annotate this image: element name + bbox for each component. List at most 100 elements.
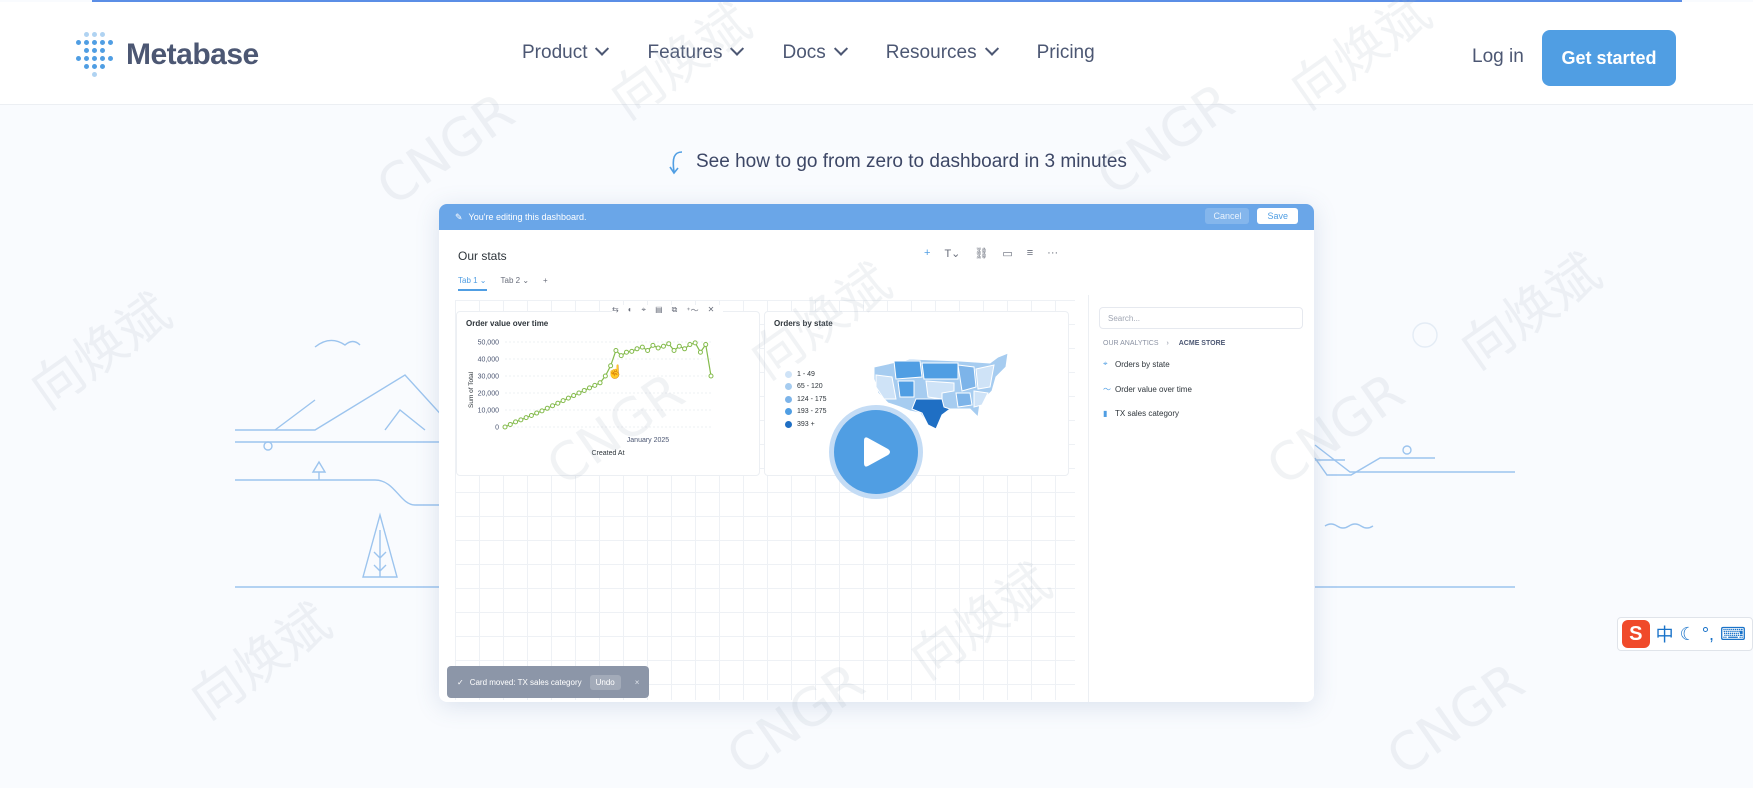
legend-label: 193 - 275 <box>797 408 827 416</box>
video-hint-text: See how to go from zero to dashboard in … <box>696 151 1127 172</box>
nav-resources[interactable]: Resources <box>886 41 999 64</box>
card-action-toolbar: ⇆ ◐ ⌖ ▤ ⧉ ⁺〜 ✕ <box>612 305 724 316</box>
sidebar-item-order-value[interactable]: 〜 Order value over time <box>1103 384 1192 395</box>
chevron-down-icon <box>595 41 610 56</box>
link-icon[interactable]: ⛓ <box>974 247 988 260</box>
more-icon[interactable]: ··· <box>1047 247 1058 260</box>
legend-item: 124 - 175 <box>785 393 827 406</box>
nav-pricing[interactable]: Pricing <box>1037 42 1095 64</box>
keyboard-icon[interactable]: ⌨ <box>1720 624 1746 645</box>
series-icon[interactable]: ⁺〜 <box>686 305 698 316</box>
nav-product[interactable]: Product <box>522 41 610 64</box>
logo-dot <box>92 56 97 61</box>
data-point <box>544 405 550 411</box>
main-nav: Product Features Docs Resources Pricing <box>522 41 1135 64</box>
tab-2-label: Tab 2 <box>500 276 521 285</box>
data-point <box>660 343 666 349</box>
visualization-icon[interactable]: ▤ <box>655 305 663 316</box>
login-link[interactable]: Log in <box>1472 46 1524 68</box>
logo-dot <box>100 32 105 37</box>
data-point <box>697 349 703 355</box>
card-title: Orders by state <box>774 319 833 328</box>
data-point <box>581 387 587 393</box>
logo-dot <box>76 56 81 61</box>
sidebar: Search... OUR ANALYTICS › ACME STORE ⌖ Or… <box>1088 295 1314 702</box>
tab-1[interactable]: Tab 1 ⌄ <box>458 276 487 291</box>
y-tick-label: 40,000 <box>478 357 500 364</box>
y-tick-label: 20,000 <box>478 391 500 398</box>
tab-2[interactable]: Tab 2 ⌄ <box>501 276 530 291</box>
line-icon: 〜 <box>1103 385 1111 394</box>
replace-icon[interactable]: ⇆ <box>612 305 619 316</box>
sogou-logo-icon: S <box>1622 620 1650 648</box>
undo-toast: ✓ Card moved: TX sales category Undo × <box>447 666 649 698</box>
data-point <box>650 342 656 348</box>
editing-banner: ✎ You're editing this dashboard. Cancel … <box>439 204 1314 230</box>
data-point <box>671 348 677 353</box>
breadcrumb-parent[interactable]: OUR ANALYTICS <box>1103 340 1159 347</box>
data-point <box>597 380 603 386</box>
y-tick-label: 0 <box>495 425 499 432</box>
plus-icon[interactable]: + <box>924 247 930 260</box>
cancel-button[interactable]: Cancel <box>1205 208 1250 224</box>
bar-icon: ▮ <box>1103 409 1108 418</box>
sidebar-search-input[interactable]: Search... <box>1099 307 1303 329</box>
data-point <box>534 410 540 416</box>
data-point <box>528 412 534 418</box>
dashboard-toolbar: + T⌄ ⛓ ▭ ≡ ··· <box>924 247 1072 260</box>
data-point <box>523 415 529 421</box>
sidebar-item-tx-sales[interactable]: ▮ TX sales category <box>1103 409 1179 418</box>
logo-dot <box>84 64 89 69</box>
logo-text: Metabase <box>126 38 259 71</box>
moon-icon[interactable]: ☾ <box>1680 624 1696 645</box>
logo-dot <box>108 56 113 61</box>
legend-label: 124 - 175 <box>797 395 827 403</box>
legend-swatch <box>785 383 792 391</box>
nav-features[interactable]: Features <box>647 41 745 64</box>
save-button[interactable]: Save <box>1257 208 1298 224</box>
input-method-bar[interactable]: S 中 ☾ °, ⌨ <box>1617 617 1753 651</box>
click-behavior-icon[interactable]: ⌖ <box>642 305 647 316</box>
data-point <box>645 348 651 353</box>
play-video-button[interactable] <box>829 405 923 499</box>
punctuation-icon[interactable]: °, <box>1702 624 1714 645</box>
data-point <box>708 373 714 379</box>
tab-1-label: Tab 1 <box>458 276 478 285</box>
section-icon[interactable]: ▭ <box>1002 247 1012 260</box>
video-hint: See how to go from zero to dashboard in … <box>664 148 1127 176</box>
data-point <box>639 344 645 350</box>
undo-button[interactable]: Undo <box>589 674 621 690</box>
text-icon[interactable]: T⌄ <box>944 247 960 260</box>
data-point <box>507 421 513 427</box>
sidebar-item-label: Order value over time <box>1115 385 1192 394</box>
chevron-right-icon: › <box>1166 340 1169 347</box>
logo-mark-icon <box>76 32 116 78</box>
data-point <box>666 341 672 347</box>
duplicate-icon[interactable]: ⧉ <box>672 305 678 316</box>
logo-dot <box>92 48 97 53</box>
chevron-down-icon <box>730 41 745 56</box>
data-point <box>618 353 624 359</box>
sidebar-item-orders-by-state[interactable]: ⌖ Orders by state <box>1103 359 1170 369</box>
get-started-button[interactable]: Get started <box>1542 30 1676 86</box>
legend-swatch <box>785 395 792 403</box>
data-point <box>518 417 524 423</box>
chevron-down-icon <box>984 41 999 56</box>
dashboard-title: Our stats <box>458 249 507 263</box>
y-tick-label: 50,000 <box>478 340 500 347</box>
add-tab-button[interactable]: + <box>543 276 548 291</box>
close-icon[interactable]: × <box>635 678 640 687</box>
palette-icon[interactable]: ◐ <box>628 305 633 316</box>
curved-arrow-icon <box>669 151 683 175</box>
data-point <box>682 346 688 352</box>
play-icon <box>864 437 890 467</box>
nav-docs[interactable]: Docs <box>782 41 848 64</box>
data-point <box>560 398 566 404</box>
data-point <box>550 403 556 409</box>
logo-dot <box>100 56 105 61</box>
remove-icon[interactable]: ✕ <box>708 305 715 316</box>
line-chart-card[interactable]: Order value over time 50,000 40,000 30,000… <box>456 311 760 476</box>
metabase-logo[interactable]: Metabase <box>76 32 259 78</box>
ime-language[interactable]: 中 <box>1656 621 1674 647</box>
filter-icon[interactable]: ≡ <box>1027 247 1033 260</box>
